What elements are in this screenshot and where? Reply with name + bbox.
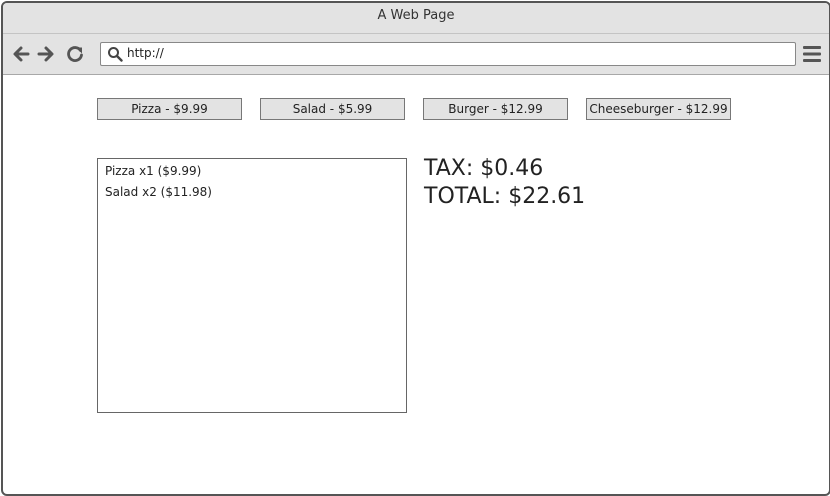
browser-window: A Web Page http:// Pizza - $9.99 Salad -… (1, 1, 830, 496)
burger-button[interactable]: Burger - $12.99 (423, 98, 568, 120)
search-icon (108, 47, 123, 62)
forward-arrow-icon[interactable] (36, 44, 56, 64)
url-text: http:// (127, 46, 164, 60)
list-item[interactable]: Salad x2 ($11.98) (105, 183, 406, 201)
order-summary: TAX: $0.46 TOTAL: $22.61 (424, 155, 585, 211)
pizza-button[interactable]: Pizza - $9.99 (97, 98, 242, 120)
list-item[interactable]: Pizza x1 ($9.99) (105, 162, 406, 180)
hamburger-menu-icon[interactable] (803, 45, 821, 63)
tax-label: TAX: $0.46 (424, 156, 544, 181)
total-label: TOTAL: $22.61 (424, 184, 586, 209)
window-title: A Web Page (3, 3, 829, 34)
order-list[interactable]: Pizza x1 ($9.99) Salad x2 ($11.98) (97, 158, 407, 413)
browser-toolbar: http:// (3, 34, 829, 75)
address-bar[interactable]: http:// (100, 42, 796, 66)
reload-icon[interactable] (65, 44, 85, 64)
salad-button[interactable]: Salad - $5.99 (260, 98, 405, 120)
back-arrow-icon[interactable] (11, 44, 31, 64)
cheeseburger-button[interactable]: Cheeseburger - $12.99 (586, 98, 731, 120)
